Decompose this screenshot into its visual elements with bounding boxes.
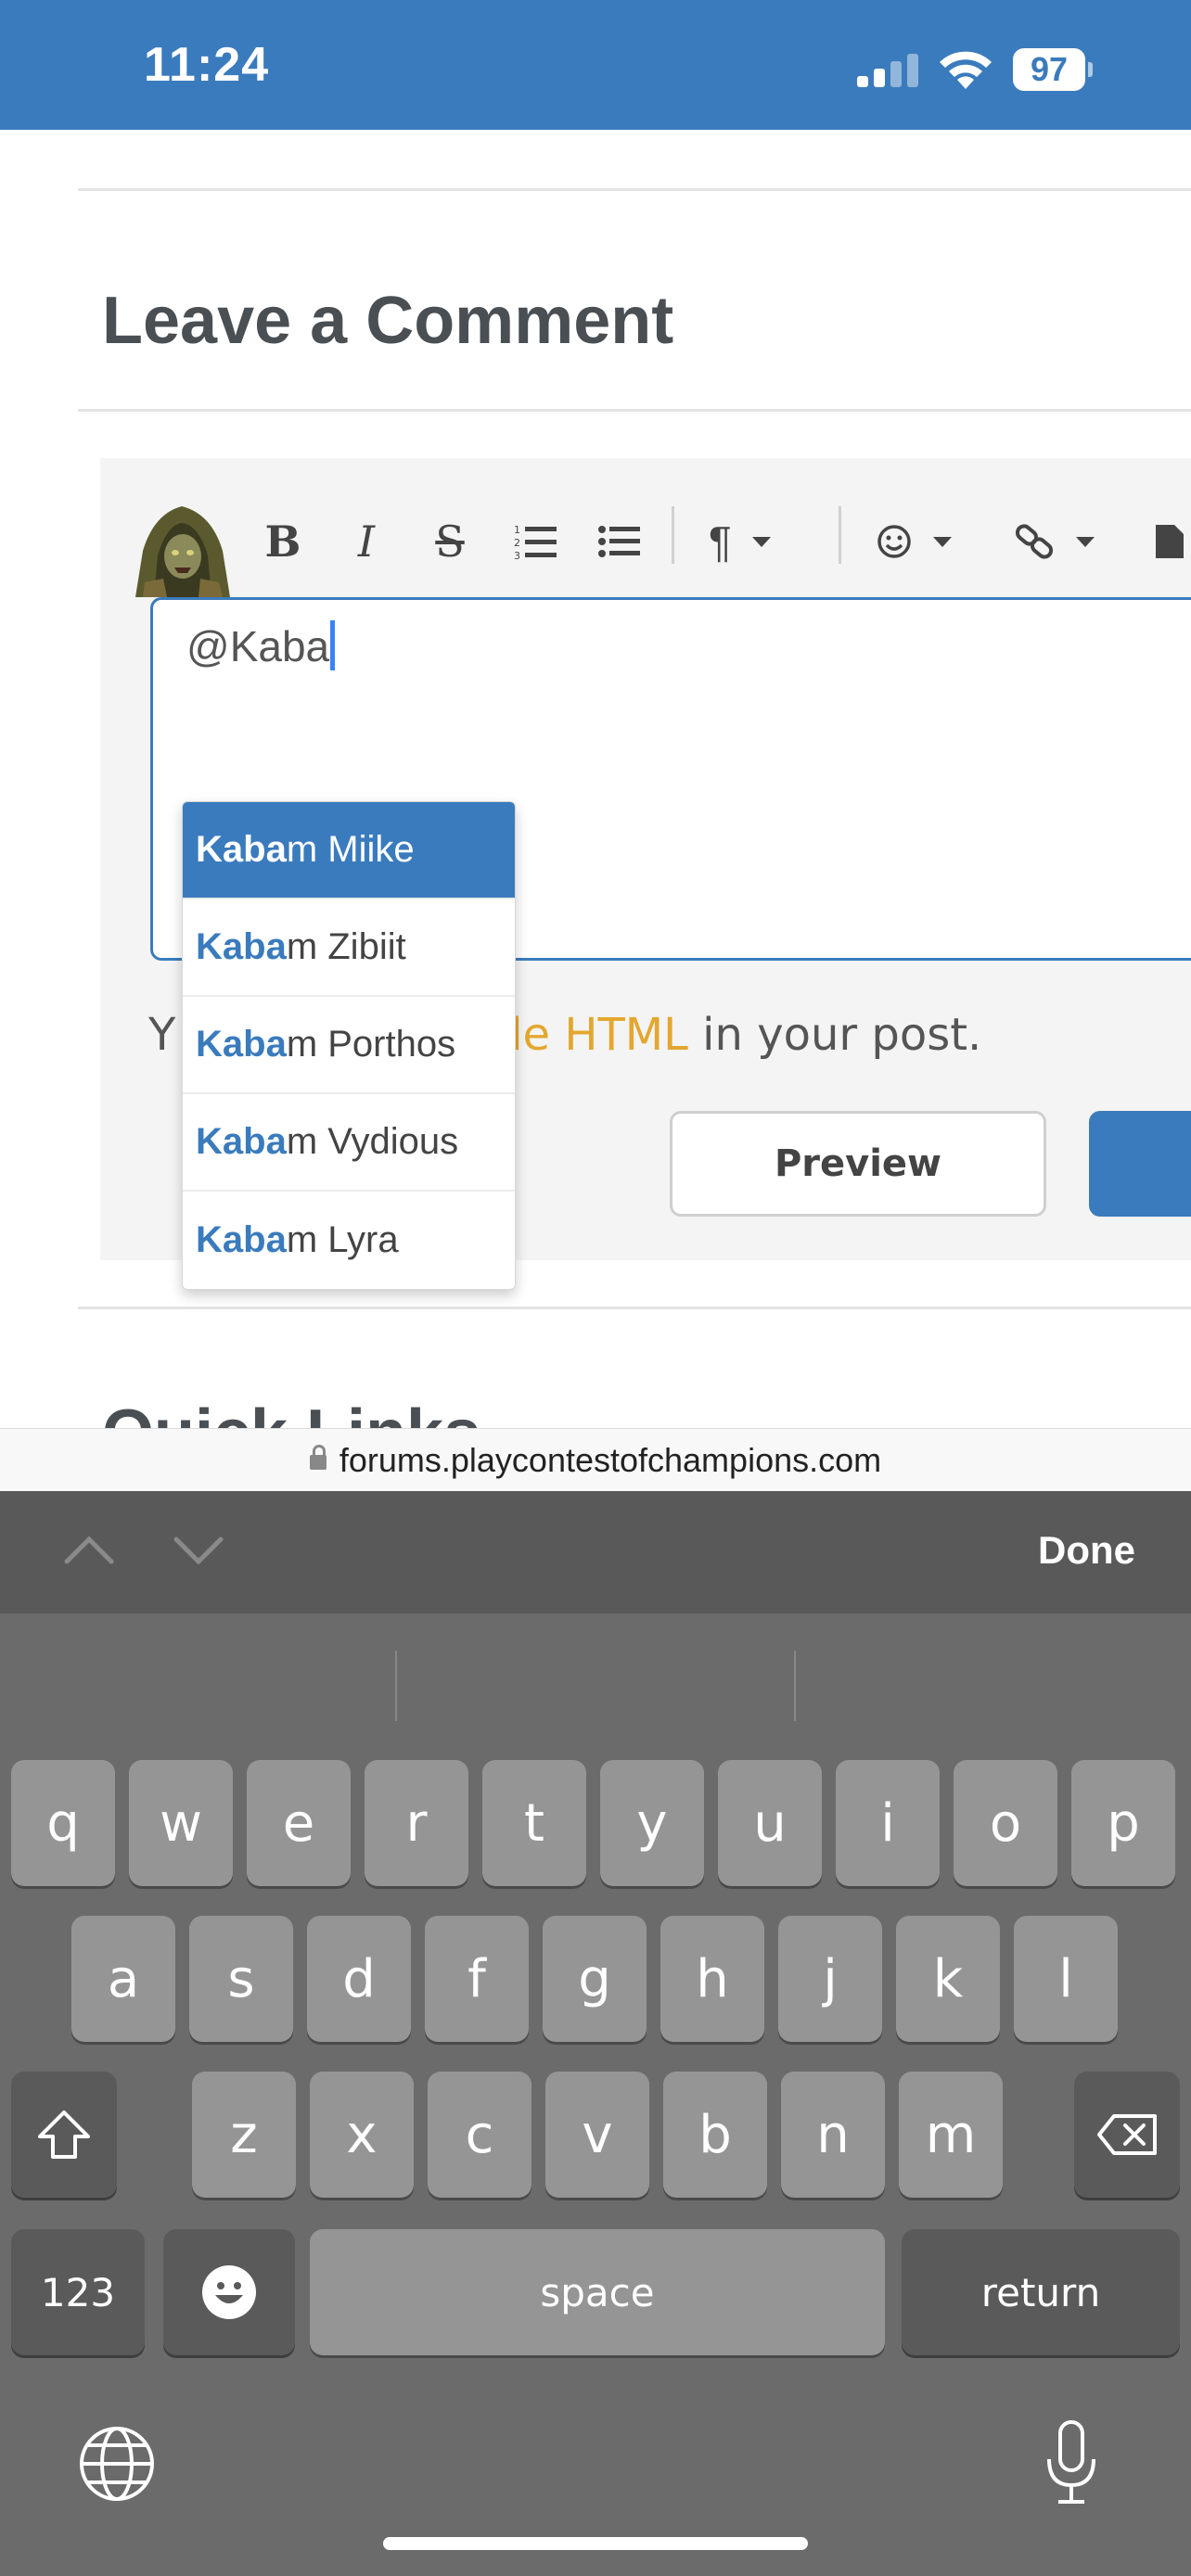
italic-icon[interactable]: I <box>343 514 390 569</box>
key-k[interactable]: k <box>896 1916 1000 2042</box>
key-g[interactable]: g <box>543 1916 647 2042</box>
url-text: forums.playcontestofchampions.com <box>339 1441 882 1479</box>
avatar[interactable] <box>126 486 239 597</box>
mention-option[interactable]: Kaba m Porthos <box>183 997 515 1094</box>
key-q[interactable]: q <box>11 1760 115 1886</box>
post-comment-button[interactable] <box>1089 1111 1191 1217</box>
emoji-key[interactable] <box>163 2229 295 2355</box>
backspace-key[interactable] <box>1074 2072 1180 2198</box>
battery-level: 97 <box>1013 48 1085 91</box>
text-cursor <box>330 620 336 670</box>
key-u[interactable]: u <box>718 1760 822 1886</box>
comment-input-value: @Kaba <box>186 622 330 670</box>
divider <box>78 409 1191 412</box>
key-r[interactable]: r <box>365 1760 468 1886</box>
mention-option[interactable]: Kaba m Lyra <box>183 1192 515 1289</box>
key-n[interactable]: n <box>781 2072 885 2198</box>
key-a[interactable]: a <box>71 1916 175 2042</box>
key-s[interactable]: s <box>189 1916 293 2042</box>
bullet-list-icon[interactable] <box>592 514 647 569</box>
key-c[interactable]: c <box>428 2072 531 2198</box>
link-icon[interactable] <box>1015 514 1117 569</box>
microphone-icon[interactable] <box>1044 2418 1099 2507</box>
svg-text:3: 3 <box>514 550 520 560</box>
preview-button[interactable]: Preview <box>670 1111 1046 1217</box>
key-t[interactable]: t <box>482 1760 586 1886</box>
bold-icon[interactable]: B <box>260 514 306 569</box>
emoji-icon[interactable] <box>876 514 978 569</box>
comment-section-title: Leave a Comment <box>102 284 674 358</box>
key-j[interactable]: j <box>778 1916 882 2042</box>
key-f[interactable]: f <box>425 1916 529 2042</box>
key-m[interactable]: m <box>899 2072 1003 2198</box>
space-key[interactable]: space <box>310 2229 885 2355</box>
ordered-list-icon[interactable]: 1 2 3 <box>508 514 564 569</box>
key-x[interactable]: x <box>310 2072 414 2198</box>
key-p[interactable]: p <box>1071 1760 1175 1886</box>
return-key[interactable]: return <box>902 2229 1180 2355</box>
home-indicator <box>383 2537 808 2550</box>
divider <box>78 1307 1191 1309</box>
keyboard: qwertyuiop asdfghjkl zxcvbnm 123 space r… <box>0 1613 1191 2576</box>
quick-links-title: Quick Links <box>102 1396 480 1428</box>
globe-icon[interactable] <box>78 2425 156 2503</box>
mention-option[interactable]: Kaba m Miike <box>183 802 515 899</box>
wifi-icon <box>940 51 992 89</box>
strikethrough-icon[interactable]: S <box>427 514 473 569</box>
page-content: Leave a Comment B I S 1 2 3 ¶ @Kaba Y np… <box>0 130 1191 1428</box>
paragraph-format-icon[interactable]: ¶ <box>709 514 811 569</box>
svg-text:2: 2 <box>514 537 520 549</box>
shift-key[interactable] <box>11 2072 117 2198</box>
file-icon[interactable] <box>1154 514 1191 569</box>
svg-text:1: 1 <box>514 524 520 536</box>
key-d[interactable]: d <box>307 1916 411 2042</box>
status-time: 11:24 <box>144 38 270 92</box>
numbers-key[interactable]: 123 <box>11 2229 145 2355</box>
key-l[interactable]: l <box>1014 1916 1118 2042</box>
mention-option[interactable]: Kaba m Vydious <box>183 1094 515 1192</box>
key-y[interactable]: y <box>600 1760 704 1886</box>
status-bar: 11:24 97 <box>0 0 1191 130</box>
key-v[interactable]: v <box>545 2072 649 2198</box>
mention-option[interactable]: Kaba m Zibiit <box>183 899 515 997</box>
key-i[interactable]: i <box>836 1760 940 1886</box>
divider <box>78 188 1191 191</box>
keyboard-accessory-bar: Done <box>0 1491 1191 1613</box>
previous-field-icon[interactable] <box>61 1523 117 1578</box>
lock-icon <box>309 1445 327 1470</box>
next-field-icon[interactable] <box>171 1523 226 1578</box>
done-button[interactable]: Done <box>1038 1528 1135 1573</box>
address-bar[interactable]: forums.playcontestofchampions.com <box>0 1428 1191 1491</box>
key-w[interactable]: w <box>129 1760 233 1886</box>
key-b[interactable]: b <box>663 2072 767 2198</box>
key-o[interactable]: o <box>954 1760 1057 1886</box>
key-z[interactable]: z <box>192 2072 296 2198</box>
key-e[interactable]: e <box>247 1760 351 1886</box>
mention-suggestions: Kaba m Miike Kaba m Zibiit Kaba m Porthos K… <box>182 801 516 1290</box>
key-h[interactable]: h <box>660 1916 764 2042</box>
cellular-signal-icon <box>857 54 918 87</box>
battery-icon: 97 <box>1013 48 1093 91</box>
